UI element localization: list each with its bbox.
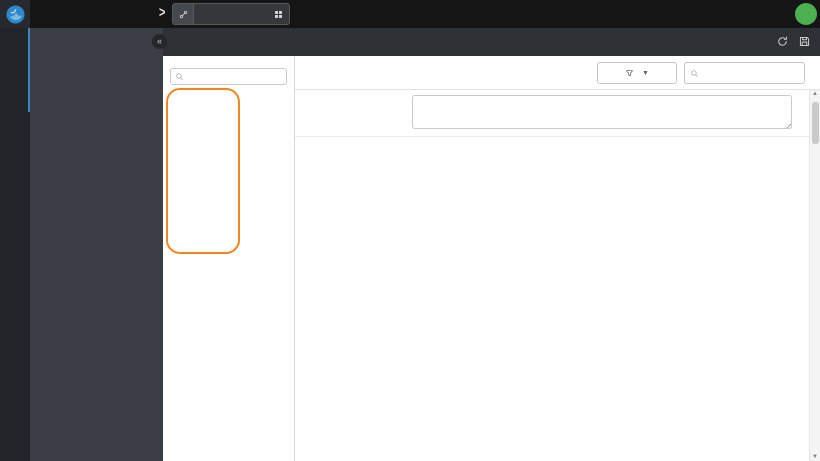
filter-icon [626,69,633,76]
api-detail-header: ▼ [295,56,820,90]
chevron-down-icon: ▼ [642,69,649,77]
api-endpoints-list [295,137,809,143]
endpoints-panel [163,56,295,461]
endpoints-title [163,56,294,68]
project-name [40,0,44,28]
methods-filter-dropdown[interactable]: ▼ [597,62,677,84]
vertical-scrollbar[interactable]: ▲ ▼ [809,90,820,461]
api-detail-panel: ▼ ▲ ▼ [295,56,820,461]
core-apis-panel [30,28,163,461]
scroll-down-icon[interactable]: ▼ [810,454,820,460]
grid-icon[interactable] [273,9,284,20]
wavemaker-studio-window: > « ▼ ▲ ▼ [0,0,820,461]
scrollbar-thumb[interactable] [811,102,819,144]
search-icon [176,73,183,80]
avatar[interactable] [795,3,817,25]
endpoints-search-input[interactable] [187,70,282,83]
method-search[interactable] [684,62,805,84]
tab-apis[interactable] [172,3,290,25]
api-icon [173,4,194,24]
rail-items-top [0,28,30,36]
annotation-ring-endpoints [166,88,240,254]
description-section [295,90,809,137]
breadcrumb-bar [163,28,820,56]
description-textarea[interactable] [412,95,792,129]
endpoints-search[interactable] [170,68,287,85]
refresh-icon[interactable] [776,35,789,48]
collapse-panel-icon[interactable]: « [152,34,167,49]
chevron-right-icon: > [159,5,166,21]
save-icon[interactable] [798,35,811,48]
method-search-input[interactable] [702,67,799,79]
left-rail [0,28,30,461]
breadcrumb-actions [776,35,811,48]
search-icon [691,69,698,77]
app-logo[interactable] [0,0,30,28]
core-apis-title [30,28,163,54]
api-detail-body [295,90,809,461]
rail-scrollbar[interactable] [28,28,30,112]
top-bar: > [0,0,820,28]
scroll-up-icon[interactable]: ▲ [810,91,820,97]
